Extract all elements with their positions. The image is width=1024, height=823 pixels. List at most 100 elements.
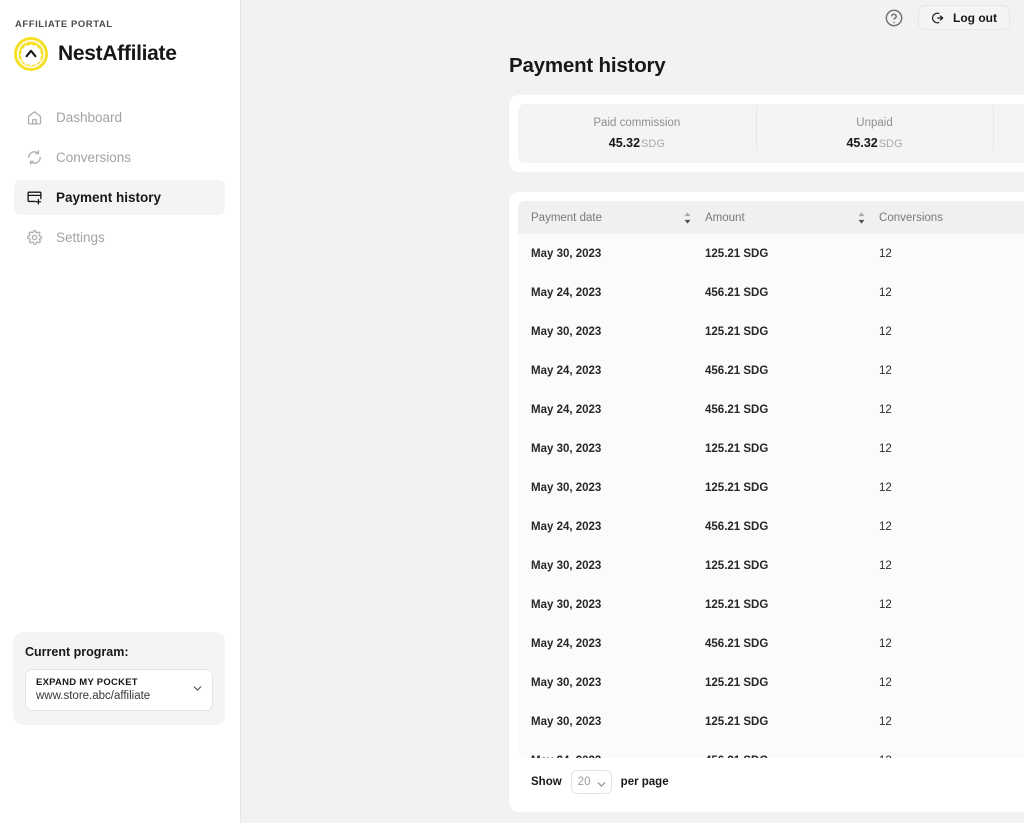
column-header-amount[interactable]: Amount — [705, 212, 879, 224]
cell-amount: 456.21 SDG — [705, 403, 769, 416]
program-selector[interactable]: EXPAND MY POCKET www.store.abc/affiliate — [25, 669, 213, 711]
column-header-payment-date[interactable]: Payment date — [531, 212, 705, 224]
cell-payment-date: May 30, 2023 — [531, 247, 602, 260]
table-row[interactable]: May 30, 2023125.21 SDG12Bank transfer — [518, 312, 1024, 351]
sidebar-item-dashboard[interactable]: Dashboard — [14, 100, 225, 135]
summary-unpaid: Unpaid 45.32SDG — [755, 105, 994, 151]
table-row[interactable]: May 24, 2023456.21 SDG12Other — [518, 351, 1024, 390]
summary-label: Last payment — [993, 117, 1024, 129]
summary-label: Paid commission — [593, 117, 681, 129]
per-page-label: per page — [620, 776, 669, 788]
portal-label: AFFILIATE PORTAL — [15, 19, 113, 30]
summary-paid-commission: Paid commission 45.32SDG — [518, 117, 756, 150]
sidebar-item-label: Settings — [56, 230, 105, 245]
cell-amount: 125.21 SDG — [705, 325, 769, 338]
cell-conversions: 12 — [879, 403, 892, 416]
app-root: AFFILIATE PORTAL NestAffiliate Dashboard… — [0, 0, 1024, 823]
cell-amount: 125.21 SDG — [705, 559, 769, 572]
summary-label: Unpaid — [856, 117, 893, 129]
table-row[interactable]: May 24, 2023456.21 SDG12Giftcard — [518, 624, 1024, 663]
brand-name: NestAffiliate — [58, 42, 177, 65]
cell-payment-date: May 30, 2023 — [531, 676, 602, 689]
per-page-value: 20 — [577, 776, 591, 788]
cell-conversions: 12 — [879, 325, 892, 338]
column-header-conversions[interactable]: Conversions — [879, 212, 1024, 224]
cell-amount: 125.21 SDG — [705, 715, 769, 728]
program-url: www.store.abc/affiliate — [36, 690, 151, 702]
cell-conversions: 12 — [879, 442, 892, 455]
table-row[interactable]: May 30, 2023125.21 SDG12Other — [518, 585, 1024, 624]
per-page-select[interactable]: 20 — [570, 770, 612, 794]
cell-conversions: 12 — [879, 520, 892, 533]
card-plus-icon — [26, 189, 43, 206]
table-row[interactable]: May 30, 2023125.21 SDG12PayPal — [518, 468, 1024, 507]
question-circle-icon[interactable] — [884, 8, 904, 28]
summary-value: May 24, 2023 — [993, 136, 1024, 150]
per-page-group: Show 20 per page — [531, 770, 669, 794]
summary-card: Paid commission 45.32SDG Unpaid 45.32SDG… — [509, 95, 1024, 172]
table-row[interactable]: May 30, 2023125.21 SDG12PayPal — [518, 546, 1024, 585]
table-row[interactable]: May 30, 2023125.21 SDG12PayPal — [518, 702, 1024, 741]
table-row[interactable]: May 24, 2023456.21 SDG12Giftcard — [518, 273, 1024, 312]
cell-conversions: 12 — [879, 598, 892, 611]
program-name: EXPAND MY POCKET — [36, 677, 138, 688]
cell-amount: 125.21 SDG — [705, 247, 769, 260]
summary-amount: 45.32 — [846, 136, 878, 150]
cell-conversions: 12 — [879, 559, 892, 572]
page-title: Payment history — [509, 54, 666, 77]
cell-payment-date: May 24, 2023 — [531, 520, 602, 533]
cell-payment-date: May 24, 2023 — [531, 403, 602, 416]
column-label: Payment date — [531, 211, 602, 224]
sort-toggle-icon[interactable] — [857, 211, 866, 224]
sidebar-item-settings[interactable]: Settings — [14, 220, 225, 255]
cell-amount: 125.21 SDG — [705, 676, 769, 689]
table-header-row: Payment date Amount Conversions — [518, 201, 1024, 234]
logout-label: Log out — [953, 10, 997, 25]
summary-value: 45.32SDG — [756, 136, 994, 150]
sidebar-item-label: Conversions — [56, 150, 132, 165]
cell-payment-date: May 30, 2023 — [531, 559, 602, 572]
cell-amount: 125.21 SDG — [705, 598, 769, 611]
cell-payment-date: May 24, 2023 — [531, 286, 602, 299]
table-row[interactable]: May 30, 2023125.21 SDG12PayPal — [518, 429, 1024, 468]
sidebar: AFFILIATE PORTAL NestAffiliate Dashboard… — [0, 0, 241, 823]
cell-conversions: 12 — [879, 715, 892, 728]
summary-currency: SDG — [641, 138, 665, 150]
column-label: Amount — [705, 211, 745, 224]
table-row[interactable]: May 24, 2023456.21 SDG12Giftcard — [518, 507, 1024, 546]
chevron-down-icon — [596, 777, 607, 788]
cell-conversions: 12 — [879, 481, 892, 494]
cell-payment-date: May 30, 2023 — [531, 715, 602, 728]
cell-payment-date: May 24, 2023 — [531, 637, 602, 650]
sort-toggle-icon[interactable] — [683, 211, 692, 224]
nest-affiliate-logo-icon — [14, 37, 48, 71]
table-row[interactable]: May 30, 2023125.21 SDG12Bank transfer — [518, 663, 1024, 702]
cell-amount: 456.21 SDG — [705, 286, 769, 299]
payment-history-table-card: Payment date Amount Conversions May 30, … — [509, 192, 1024, 812]
cell-payment-date: May 30, 2023 — [531, 442, 602, 455]
table-row[interactable]: May 24, 2023456.21 SDG12Giftcard — [518, 741, 1024, 759]
summary-value: 45.32SDG — [518, 136, 756, 150]
table-body: May 30, 2023125.21 SDG12PayPal May 24, 20… — [518, 234, 1024, 758]
cell-conversions: 12 — [879, 247, 892, 260]
sidebar-item-conversions[interactable]: Conversions — [14, 140, 225, 175]
cell-amount: 456.21 SDG — [705, 364, 769, 377]
current-program-box: Current program: EXPAND MY POCKET www.st… — [13, 632, 225, 725]
column-label: Conversions — [879, 211, 943, 224]
cell-payment-date: May 30, 2023 — [531, 325, 602, 338]
cell-conversions: 12 — [879, 364, 892, 377]
summary-inner: Paid commission 45.32SDG Unpaid 45.32SDG… — [518, 104, 1024, 163]
cell-conversions: 12 — [879, 637, 892, 650]
summary-amount: 45.32 — [608, 136, 641, 150]
table-row[interactable]: May 30, 2023125.21 SDG12PayPal — [518, 234, 1024, 273]
logout-button[interactable]: Log out — [918, 5, 1010, 30]
brand: NestAffiliate — [14, 37, 177, 71]
topbar: Log out — [884, 5, 1010, 30]
show-label: Show — [531, 776, 562, 788]
sidebar-item-payment-history[interactable]: Payment history — [14, 180, 225, 215]
table-row[interactable]: May 24, 2023456.21 SDG12Giftcard — [518, 390, 1024, 429]
cell-amount: 456.21 SDG — [705, 520, 769, 533]
cell-conversions: 12 — [879, 676, 892, 689]
chevron-down-icon — [192, 681, 203, 692]
summary-last-payment: Last payment May 24, 2023 — [993, 105, 1024, 151]
